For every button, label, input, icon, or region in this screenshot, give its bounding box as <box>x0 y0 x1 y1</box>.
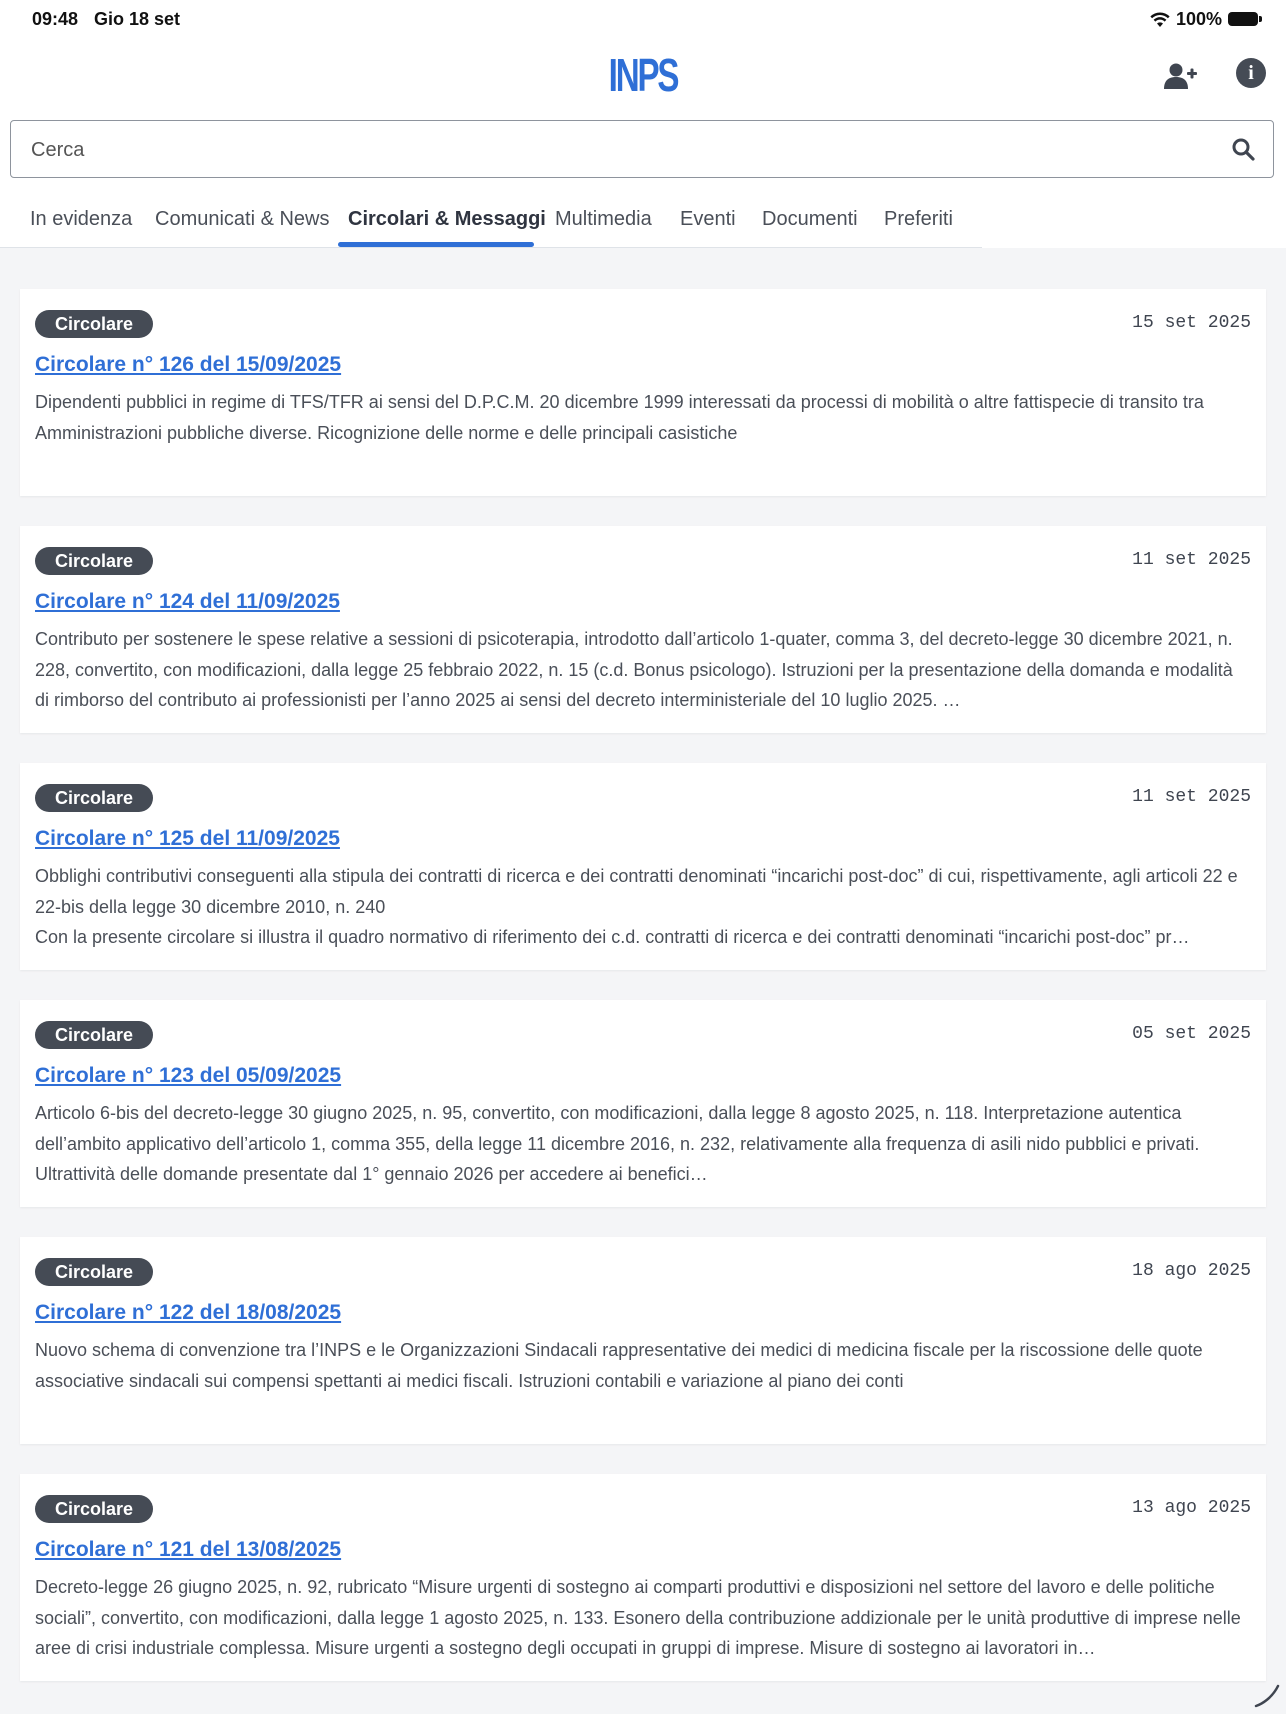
item-title-link[interactable]: Circolare n° 125 del 11/09/2025 <box>35 827 340 851</box>
battery-percentage: 100% <box>1175 9 1222 29</box>
add-user-icon[interactable] <box>1163 58 1199 94</box>
inps-logo: INPS <box>608 49 680 101</box>
item-description: Nuovo schema di convenzione tra l’INPS e… <box>35 1340 1203 1391</box>
status-date: Gio 18 set <box>94 9 181 29</box>
tab-multimedia[interactable]: Multimedia <box>555 208 652 231</box>
status-badge: Circolare <box>35 1495 154 1523</box>
status-badge: Circolare <box>35 310 154 338</box>
item-description: Dipendenti pubblici in regime di TFS/TFR… <box>35 392 1204 443</box>
status-badge: Circolare <box>35 1258 154 1286</box>
item-date: 15 set 2025 <box>1132 313 1251 333</box>
search-input[interactable] <box>29 121 1213 179</box>
item-title-link[interactable]: Circolare n° 124 del 11/09/2025 <box>35 590 340 614</box>
tab-comunicati-news[interactable]: Comunicati & News <box>155 208 330 231</box>
active-tab-indicator <box>338 242 534 247</box>
status-badge: Circolare <box>35 547 154 575</box>
status-bar: 09:48 Gio 18 set 100% <box>0 0 1286 40</box>
item-title-link[interactable]: Circolare n° 122 del 18/08/2025 <box>35 1301 341 1325</box>
tab-in-evidenza[interactable]: In evidenza <box>30 208 132 231</box>
tab-eventi[interactable]: Eventi <box>680 208 736 231</box>
list-item[interactable]: Circolare 11 set 2025 Circolare n° 124 d… <box>20 526 1266 733</box>
item-description: Articolo 6-bis del decreto-legge 30 giug… <box>35 1103 1200 1184</box>
search-icon[interactable] <box>1231 137 1255 161</box>
status-badge: Circolare <box>35 784 154 812</box>
list-item[interactable]: Circolare 13 ago 2025 Circolare n° 121 d… <box>20 1474 1266 1681</box>
app-header: INPS i In evidenza Comunicati & News Cir… <box>0 40 1286 248</box>
item-date: 05 set 2025 <box>1132 1024 1251 1044</box>
item-title-link[interactable]: Circolare n° 123 del 05/09/2025 <box>35 1064 341 1088</box>
tab-preferiti[interactable]: Preferiti <box>884 208 953 231</box>
tab-documenti[interactable]: Documenti <box>762 208 858 231</box>
battery-icon <box>1228 12 1262 26</box>
tab-circolari-messaggi[interactable]: Circolari & Messaggi <box>348 208 546 231</box>
item-description: Obblighi contributivi conseguenti alla s… <box>35 866 1238 947</box>
status-indicators: 100% <box>1150 9 1222 30</box>
info-icon[interactable]: i <box>1236 58 1266 88</box>
item-description: Decreto-legge 26 giugno 2025, n. 92, rub… <box>35 1577 1241 1658</box>
resize-handle-icon <box>1254 1684 1280 1708</box>
item-date: 18 ago 2025 <box>1132 1261 1251 1281</box>
category-tabs: In evidenza Comunicati & News Circolari … <box>0 200 982 248</box>
item-title-link[interactable]: Circolare n° 126 del 15/09/2025 <box>35 353 341 377</box>
item-date: 11 set 2025 <box>1132 787 1251 807</box>
status-badge: Circolare <box>35 1021 154 1049</box>
item-description: Contributo per sostenere le spese relati… <box>35 629 1233 710</box>
item-date: 13 ago 2025 <box>1132 1498 1251 1518</box>
list-item[interactable]: Circolare 18 ago 2025 Circolare n° 122 d… <box>20 1237 1266 1444</box>
wifi-icon <box>1150 11 1170 27</box>
list-item[interactable]: Circolare 15 set 2025 Circolare n° 126 d… <box>20 289 1266 496</box>
item-title-link[interactable]: Circolare n° 121 del 13/08/2025 <box>35 1538 341 1562</box>
item-date: 11 set 2025 <box>1132 550 1251 570</box>
status-time: 09:48 <box>32 9 79 29</box>
search-bar <box>10 120 1274 179</box>
list-item[interactable]: Circolare 11 set 2025 Circolare n° 125 d… <box>20 763 1266 970</box>
list-item[interactable]: Circolare 05 set 2025 Circolare n° 123 d… <box>20 1000 1266 1207</box>
